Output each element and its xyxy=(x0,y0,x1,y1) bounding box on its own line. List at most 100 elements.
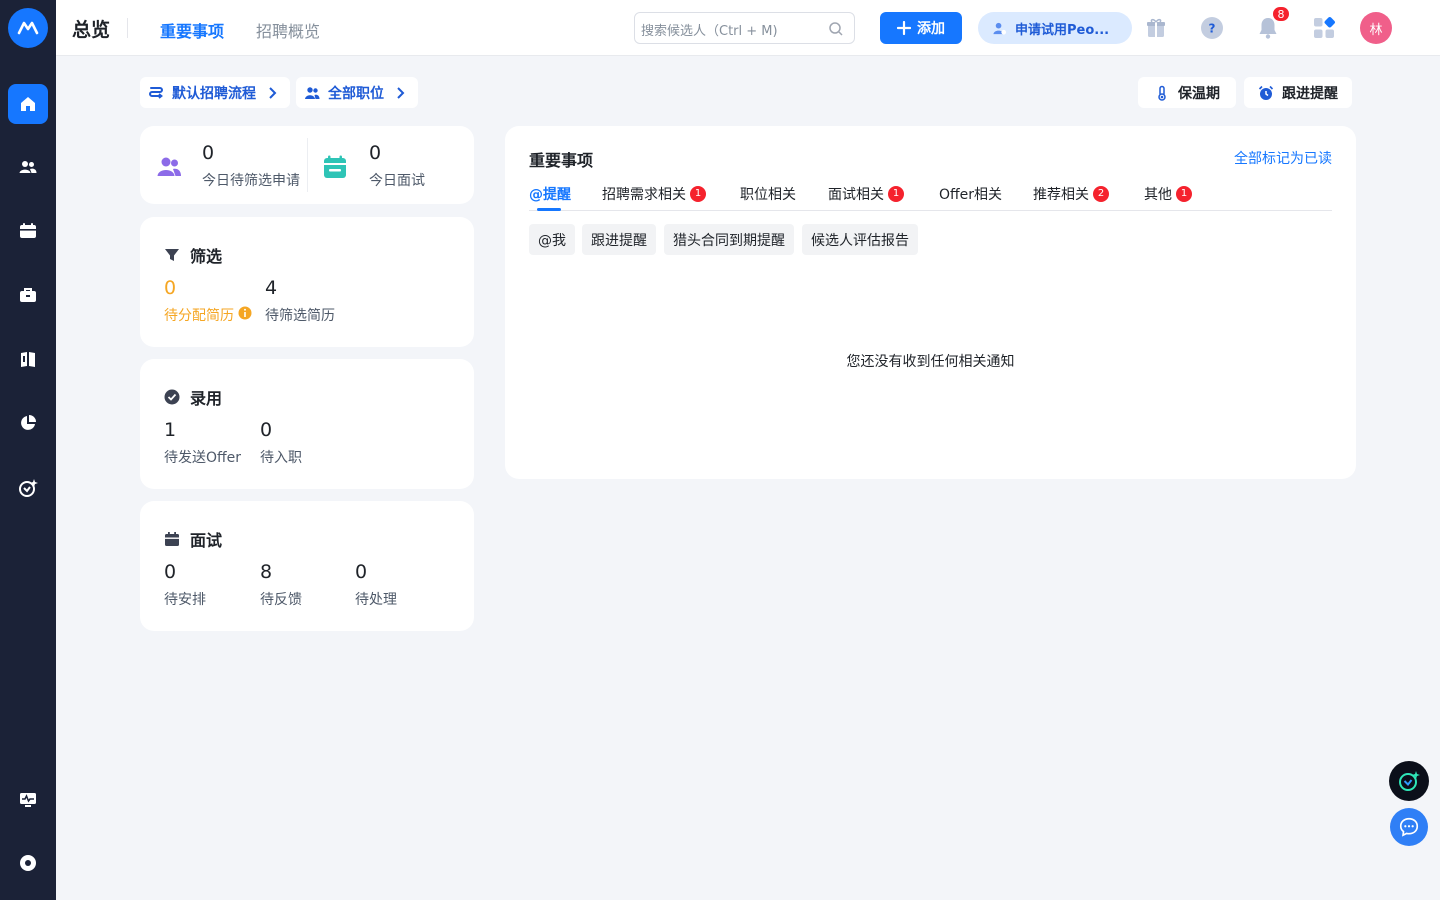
positions-selector[interactable]: 全部职位 xyxy=(296,77,418,108)
tab-positions-label: 职位相关 xyxy=(740,187,796,203)
avatar[interactable]: 林 xyxy=(1360,12,1392,44)
pending-onboard-label: 待入职 xyxy=(260,450,302,466)
subtab-mention-me[interactable]: @我 xyxy=(529,224,575,255)
interview-card: 面试 0 待安排 8 待反馈 0 待处理 xyxy=(140,501,474,631)
hiring-title: 录用 xyxy=(164,385,222,409)
ai-sparkle-icon xyxy=(1399,771,1420,791)
hiring-title-text: 录用 xyxy=(190,389,223,408)
info-icon[interactable] xyxy=(238,306,252,320)
tab-interviews-label: 面试相关 xyxy=(828,187,884,203)
mark-all-read-link[interactable]: 全部标记为已读 xyxy=(1234,148,1332,168)
interview-title-text: 面试 xyxy=(190,531,223,550)
apply-trial-label: 申请试用Peo... xyxy=(1015,22,1110,38)
followup-label: 跟进提醒 xyxy=(1282,85,1338,102)
book-icon[interactable] xyxy=(8,339,48,379)
search-input[interactable]: 搜索候选人（Ctrl + M) xyxy=(634,12,855,44)
apps-grid-icon[interactable] xyxy=(1312,16,1336,40)
calendar-icon xyxy=(324,155,346,178)
help-icon[interactable]: ? xyxy=(1200,16,1224,40)
active-tab-indicator xyxy=(537,208,561,211)
filter-icon xyxy=(165,249,179,261)
tab-referrals-label: 推荐相关 xyxy=(1033,187,1089,203)
mokahr-logo-icon[interactable] xyxy=(8,8,48,48)
tab-mentions[interactable]: @提醒 xyxy=(529,184,571,211)
tab-other[interactable]: 其他 1 xyxy=(1144,184,1192,204)
add-button-label: 添加 xyxy=(917,21,945,37)
today-pending-screen-label: 今日待筛选申请 xyxy=(202,173,300,189)
recruitment-process-selector[interactable]: 默认招聘流程 xyxy=(140,77,290,108)
tab-interviews[interactable]: 面试相关 1 xyxy=(828,184,904,204)
briefcase-icon[interactable] xyxy=(8,275,48,315)
tab-recruitment-overview[interactable]: 招聘概览 xyxy=(256,18,320,42)
today-pending-screen-count[interactable]: 0 xyxy=(202,142,214,164)
panel-tabs: @提醒 招聘需求相关 1 职位相关 面试相关 1 Offer相关 推荐相关 2 … xyxy=(529,184,1332,211)
flow-icon xyxy=(149,86,163,99)
warranty-label: 保温期 xyxy=(1178,85,1220,102)
unassigned-resumes-count[interactable]: 0 xyxy=(164,277,176,299)
positions-label: 全部职位 xyxy=(328,85,384,102)
today-interviews-count[interactable]: 0 xyxy=(369,142,381,164)
tab-requisition-badge: 1 xyxy=(690,186,706,202)
tab-other-badge: 1 xyxy=(1176,186,1192,202)
pending-process-count[interactable]: 0 xyxy=(355,561,367,583)
plus-icon xyxy=(897,21,911,35)
alarm-clock-icon xyxy=(1258,85,1274,100)
pending-resumes-label: 待筛选简历 xyxy=(265,308,335,324)
empty-state-message: 您还没有收到任何相关通知 xyxy=(846,354,1015,370)
subtab-followup[interactable]: 跟进提醒 xyxy=(582,224,656,255)
tab-important-items[interactable]: 重要事项 xyxy=(160,18,224,42)
pending-feedback-count[interactable]: 8 xyxy=(260,561,272,583)
check-circle-icon xyxy=(164,389,180,405)
to-schedule-count[interactable]: 0 xyxy=(164,561,176,583)
offers-to-send-label: 待发送Offer xyxy=(164,450,242,466)
subtab-evaluation-report[interactable]: 候选人评估报告 xyxy=(802,224,918,255)
gift-icon[interactable] xyxy=(1144,16,1168,40)
tab-referrals[interactable]: 推荐相关 2 xyxy=(1033,184,1109,204)
add-button[interactable]: 添加 xyxy=(880,12,962,44)
warranty-period-button[interactable]: 保温期 xyxy=(1138,77,1236,108)
tab-offers[interactable]: Offer相关 xyxy=(939,184,1002,204)
today-summary-card: 0 今日待筛选申请 0 今日面试 xyxy=(140,126,474,204)
hiring-card: 录用 1 待发送Offer 0 待入职 xyxy=(140,359,474,489)
ai-sparkle-icon[interactable] xyxy=(8,468,48,508)
sidebar xyxy=(0,0,56,900)
pending-resumes-count[interactable]: 4 xyxy=(265,277,277,299)
subtab-headhunter-contract[interactable]: 猎头合同到期提醒 xyxy=(664,224,794,255)
pending-onboard-count[interactable]: 0 xyxy=(260,419,272,441)
tab-other-label: 其他 xyxy=(1144,187,1172,203)
screening-title: 筛选 xyxy=(164,243,222,267)
tab-requisition[interactable]: 招聘需求相关 1 xyxy=(602,184,706,204)
home-icon[interactable] xyxy=(8,84,48,124)
notification-badge: 8 xyxy=(1272,6,1290,22)
people-icon[interactable] xyxy=(8,147,48,187)
offers-to-send-count[interactable]: 1 xyxy=(164,419,176,441)
monitor-pulse-icon[interactable] xyxy=(8,780,48,820)
important-items-panel: 重要事项 全部标记为已读 @提醒 招聘需求相关 1 职位相关 面试相关 1 Of… xyxy=(505,126,1356,479)
tab-positions[interactable]: 职位相关 xyxy=(740,184,796,204)
pending-feedback-label: 待反馈 xyxy=(260,592,302,608)
pie-chart-icon[interactable] xyxy=(8,403,48,443)
screening-title-text: 筛选 xyxy=(190,247,223,266)
followup-reminder-button[interactable]: 跟进提醒 xyxy=(1244,77,1352,108)
interview-title: 面试 xyxy=(164,527,222,551)
ai-assistant-button[interactable] xyxy=(1389,761,1429,801)
chat-bubble-icon xyxy=(1399,817,1419,837)
calendar-icon[interactable] xyxy=(8,211,48,251)
today-interviews-label: 今日面试 xyxy=(369,173,425,189)
page-title: 总览 xyxy=(72,19,111,41)
tab-offers-label: Offer相关 xyxy=(939,187,1003,203)
top-bar: 总览 重要事项 招聘概览 搜索候选人（Ctrl + M) 添加 申请试用Peo.… xyxy=(56,0,1440,56)
unassigned-resumes-label: 待分配简历 xyxy=(164,308,234,324)
search-placeholder: 搜索候选人（Ctrl + M) xyxy=(641,24,778,39)
thermometer-icon xyxy=(1158,85,1166,101)
chevron-right-icon xyxy=(269,86,277,99)
tab-requisition-label: 招聘需求相关 xyxy=(602,187,686,203)
people-icon xyxy=(305,86,320,99)
title-divider xyxy=(127,18,128,38)
apply-trial-button[interactable]: 申请试用Peo... xyxy=(978,12,1132,44)
calendar-icon xyxy=(165,532,179,546)
to-schedule-label: 待安排 xyxy=(164,592,206,608)
people-icon xyxy=(157,157,181,176)
chat-support-button[interactable] xyxy=(1390,808,1428,846)
settings-circle-icon[interactable] xyxy=(8,843,48,883)
